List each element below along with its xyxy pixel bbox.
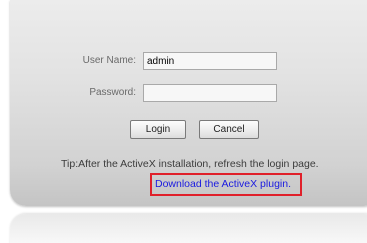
username-input[interactable] [143,52,277,70]
password-input[interactable] [143,84,277,102]
login-button[interactable]: Login [130,120,186,139]
login-page: User Name: Password: Login Cancel Tip:Af… [0,0,367,243]
activex-tip-text: Tip:After the ActiveX installation, refr… [61,158,319,170]
password-label: Password: [89,87,136,98]
username-label: User Name: [82,55,136,66]
lower-panel [10,214,367,243]
download-activex-link[interactable]: Download the ActiveX plugin. [155,178,291,190]
cancel-button[interactable]: Cancel [199,120,259,139]
